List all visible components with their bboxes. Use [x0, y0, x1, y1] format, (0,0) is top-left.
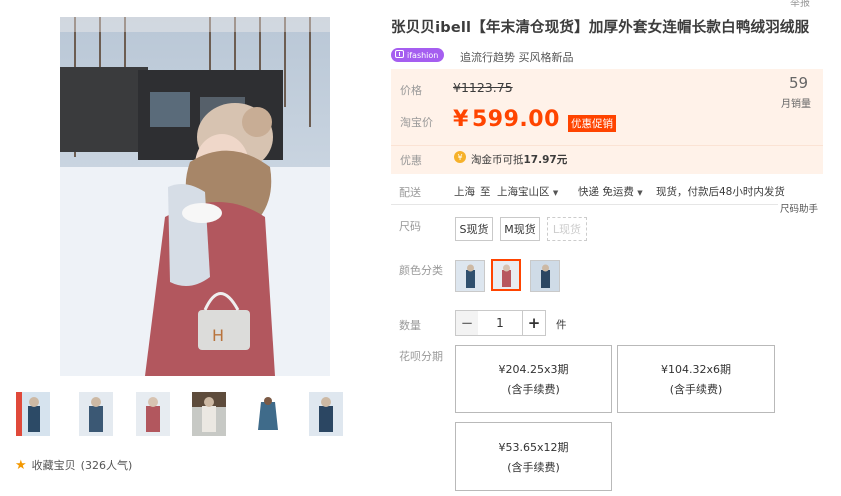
- favorite-popularity: (326人气): [80, 459, 133, 472]
- installment-option-3[interactable]: ¥204.25x3期 (含手续费): [455, 345, 612, 413]
- promo-badge[interactable]: 优惠促销: [568, 115, 616, 132]
- ship-to-select[interactable]: 上海宝山区 ▼: [497, 184, 558, 199]
- price-panel: 价格 ¥1123.75 淘宝价 ¥ 599.00 优惠促销 59 月销量 优惠 …: [391, 69, 823, 174]
- delivery-label: 配送: [399, 186, 421, 199]
- ifashion-badge[interactable]: ifashion: [391, 48, 445, 62]
- thumbnail-4[interactable]: [191, 391, 227, 437]
- coin-icon: ¥: [454, 151, 466, 163]
- main-product-image: H: [60, 17, 330, 376]
- color-option-3[interactable]: [530, 260, 560, 292]
- size-option-m[interactable]: M现货: [500, 217, 540, 241]
- current-price: 599.00: [472, 107, 560, 132]
- quantity-decrease-button[interactable]: −: [455, 310, 479, 336]
- thumbnail-strip: [15, 391, 345, 437]
- sales-count: 59: [789, 74, 809, 92]
- favorite-link[interactable]: ★ 收藏宝贝 (326人气): [15, 457, 132, 473]
- installment-option-6[interactable]: ¥104.32x6期 (含手续费): [617, 345, 775, 413]
- product-title: 张贝贝ibell【年末清仓现货】加厚外套女连帽长款白鸭绒羽绒服: [391, 20, 810, 36]
- thumbnail-1[interactable]: [15, 391, 51, 437]
- sales-label: 月销量: [781, 99, 811, 110]
- thumbnail-3[interactable]: [135, 391, 171, 437]
- thumbnail-6[interactable]: [308, 391, 344, 437]
- quantity-unit: 件: [556, 319, 567, 331]
- report-link[interactable]: 举报: [790, 0, 810, 9]
- current-price-label: 淘宝价: [400, 116, 433, 129]
- size-option-s[interactable]: S现货: [455, 217, 493, 241]
- ship-from: 上海: [454, 186, 475, 198]
- original-price: ¥1123.75: [453, 80, 513, 95]
- size-helper-link[interactable]: 尺码助手: [780, 201, 818, 215]
- quantity-increase-button[interactable]: +: [522, 310, 546, 336]
- currency-symbol: ¥: [453, 107, 469, 132]
- color-option-2[interactable]: [491, 259, 521, 291]
- coin-text: 淘金币可抵17.97元: [471, 154, 568, 166]
- chevron-down-icon: ▼: [552, 189, 559, 197]
- quantity-label: 数量: [399, 319, 421, 332]
- size-label: 尺码: [399, 220, 421, 233]
- chevron-down-icon: ▼: [637, 189, 643, 197]
- discount-label: 优惠: [400, 154, 422, 167]
- original-price-label: 价格: [400, 84, 422, 97]
- star-icon: ★: [15, 457, 27, 473]
- section-divider: [391, 204, 778, 205]
- installment-label: 花呗分期: [399, 350, 443, 363]
- price-divider: [391, 145, 823, 146]
- ship-to-word: 至: [480, 186, 491, 198]
- size-option-l[interactable]: L现货: [547, 217, 587, 241]
- badge-text: ifashion: [407, 50, 439, 60]
- thumbnail-5[interactable]: [250, 391, 286, 437]
- color-label: 颜色分类: [399, 264, 443, 277]
- express-select[interactable]: 快递 免运费 ▼: [578, 184, 643, 199]
- thumbnail-2[interactable]: [78, 391, 114, 437]
- installment-option-12[interactable]: ¥53.65x12期 (含手续费): [455, 422, 612, 491]
- color-option-1[interactable]: [455, 260, 485, 292]
- shipping-note: 现货，付款后48小时内发货: [656, 186, 785, 198]
- svg-text:H: H: [212, 326, 224, 345]
- ifashion-icon: [395, 50, 404, 60]
- favorite-label: 收藏宝贝: [31, 459, 76, 472]
- quantity-input[interactable]: 1: [478, 310, 522, 336]
- product-subtitle: 追流行趋势 买风格新品: [460, 51, 574, 64]
